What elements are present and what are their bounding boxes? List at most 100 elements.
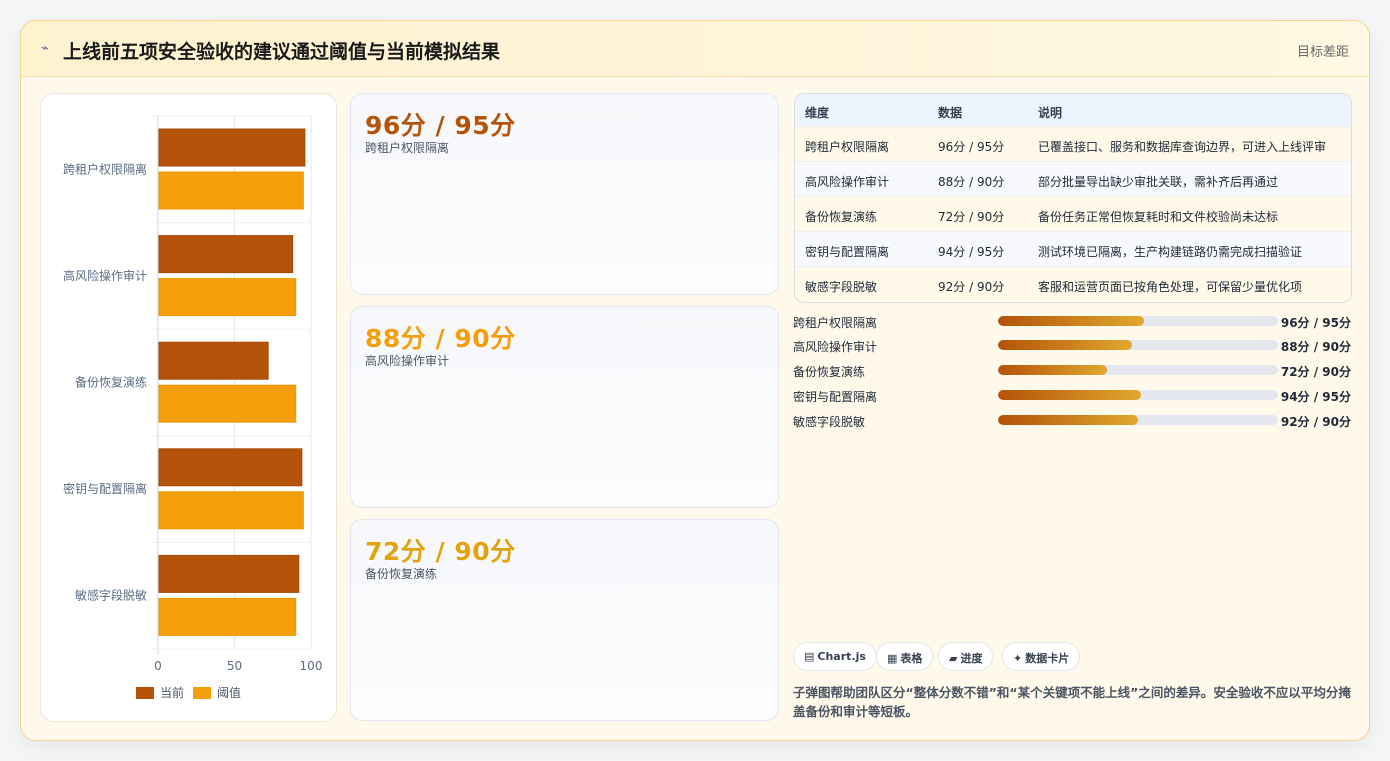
table-row: 密钥与配置隔离 94分 / 95分 测试环境已隔离，生产构建链路仍需完成扫描验证: [795, 232, 1351, 267]
dashboard-panel: ⌁ 上线前五项安全验收的建议通过阈值与当前模拟结果 目标差距 跨租户权限隔离 高风…: [20, 20, 1370, 741]
bar-current: [158, 128, 306, 167]
stat-value: 72分 / 90分: [365, 537, 516, 566]
progress-fill: [998, 390, 1141, 400]
table-cell: 备份任务正常但恢复耗时和文件校验尚未达标: [1038, 210, 1279, 224]
bar-threshold: [158, 278, 297, 317]
tick-label: 50: [227, 659, 242, 673]
tag-label: 数据卡片: [1025, 652, 1070, 665]
stat-card: 88分 / 90分 高风险操作审计: [350, 306, 779, 508]
tag-progress[interactable]: ▰ 进度: [938, 642, 994, 671]
category-label: 高风险操作审计: [63, 268, 147, 283]
table-cell: 高风险操作审计: [805, 175, 890, 189]
progress-track: [998, 340, 1278, 350]
table-cell: 敏感字段脱敏: [805, 280, 878, 294]
target-gap-link[interactable]: 目标差距: [1297, 41, 1349, 60]
table-cell: 部分批量导出缺少审批关联，需补齐后再通过: [1038, 175, 1279, 189]
progress-row: 备份恢复演练 72分 / 90分: [793, 362, 1353, 380]
table-cell: 密钥与配置隔离: [805, 245, 890, 259]
legend-swatch: [136, 687, 154, 699]
progress-fill: [998, 316, 1144, 326]
tag-data-card[interactable]: ✦ 数据卡片: [1002, 642, 1081, 671]
progress-value: 94分 / 95分: [1280, 390, 1351, 404]
table-cell: 96分 / 95分: [938, 140, 1005, 154]
category-label: 敏感字段脱敏: [75, 588, 147, 603]
category-label: 备份恢复演练: [75, 375, 147, 390]
data-table: 维度 数据 说明 跨租户权限隔离 96分 / 95分 已覆盖接口、服务和数据库查…: [794, 93, 1352, 303]
tick-label: 0: [154, 659, 162, 673]
lightning-icon: ⌁: [41, 41, 49, 56]
stat-label: 跨租户权限隔离: [365, 141, 450, 155]
progress-row: 敏感字段脱敏 92分 / 90分: [793, 412, 1353, 430]
bar-threshold: [158, 171, 304, 210]
table-row: 敏感字段脱敏 92分 / 90分 客服和运营页面已按角色处理，可保留少量优化项: [795, 267, 1351, 302]
table-cell: 92分 / 90分: [938, 280, 1005, 294]
table-cell: 跨租户权限隔离: [805, 140, 890, 154]
column-header: 维度: [805, 106, 830, 120]
table-cell: 94分 / 95分: [938, 245, 1005, 259]
tag-label: Chart.js: [817, 650, 866, 663]
category-label: 密钥与配置隔离: [63, 481, 147, 496]
bar-current: [158, 448, 303, 487]
tick-label: 100: [300, 659, 323, 673]
table-cell: 备份恢复演练: [805, 210, 878, 224]
progress-fill: [998, 365, 1108, 375]
progress-icon: ▰: [949, 652, 958, 665]
stat-value: 88分 / 90分: [365, 324, 516, 353]
tag-label: 进度: [960, 652, 983, 665]
progress-label: 跨租户权限隔离: [793, 316, 878, 330]
table-cell: 已覆盖接口、服务和数据库查询边界，可进入上线评审: [1038, 140, 1327, 154]
table-cell: 客服和运营页面已按角色处理，可保留少量优化项: [1038, 280, 1303, 294]
table-cell: 72分 / 90分: [938, 210, 1005, 224]
progress-row: 跨租户权限隔离 96分 / 95分: [793, 313, 1353, 331]
legend-label: 当前: [160, 685, 184, 700]
column-header: 数据: [938, 106, 963, 120]
progress-row: 高风险操作审计 88分 / 90分: [793, 337, 1353, 355]
bar-threshold: [158, 597, 297, 636]
progress-value: 88分 / 90分: [1280, 340, 1351, 354]
bar-current: [158, 341, 269, 380]
bar-chart: 跨租户权限隔离高风险操作审计备份恢复演练密钥与配置隔离敏感字段脱敏 0 50 100 当…: [63, 115, 323, 700]
bar-chart-card: 跨租户权限隔离 高风险操作审计备份恢复演练密钥与配置隔离敏感字段脱敏 0 50 100 当…: [40, 93, 337, 722]
chart-icon: ▤: [804, 650, 815, 663]
progress-label: 密钥与配置隔离: [793, 390, 878, 404]
bar-threshold: [158, 384, 297, 423]
tag-label: 表格: [900, 652, 923, 665]
sparkle-icon: ✦: [1013, 652, 1023, 665]
bar-current: [158, 554, 300, 593]
progress-value: 96分 / 95分: [1280, 316, 1351, 330]
table-icon: ▦: [887, 652, 898, 665]
stat-label: 备份恢复演练: [365, 567, 438, 581]
summary-note: 子弹图帮助团队区分“整体分数不错”和“某个关键项不能上线”之间的差异。安全验收不…: [793, 685, 1351, 719]
progress-label: 高风险操作审计: [793, 340, 878, 354]
stat-card: 72分 / 90分 备份恢复演练: [350, 519, 779, 721]
bar-current: [158, 235, 294, 274]
progress-track: [998, 415, 1278, 425]
tag-table[interactable]: ▦ 表格: [876, 642, 934, 671]
bar-threshold: [158, 491, 304, 530]
table-row: 高风险操作审计 88分 / 90分 部分批量导出缺少审批关联，需补齐后再通过: [795, 162, 1351, 197]
legend-label: 阈值: [217, 685, 241, 700]
category-label: 跨租户权限隔离: [63, 161, 147, 176]
page-title: 上线前五项安全验收的建议通过阈值与当前模拟结果: [63, 41, 501, 63]
table-cell: 测试环境已隔离，生产构建链路仍需完成扫描验证: [1038, 245, 1303, 259]
header: ⌁ 上线前五项安全验收的建议通过阈值与当前模拟结果 目标差距: [21, 21, 1369, 77]
progress-label: 备份恢复演练: [793, 365, 866, 379]
table-header-row: 维度 数据 说明: [795, 94, 1351, 127]
progress-label: 敏感字段脱敏: [793, 415, 866, 429]
stat-value: 96分 / 95分: [365, 111, 516, 140]
stat-label: 高风险操作审计: [365, 354, 450, 368]
progress-track: [998, 316, 1278, 326]
legend-swatch: [193, 687, 211, 699]
table-row: 跨租户权限隔离 96分 / 95分 已覆盖接口、服务和数据库查询边界，可进入上线…: [795, 127, 1351, 162]
progress-track: [998, 390, 1278, 400]
table-cell: 88分 / 90分: [938, 175, 1005, 189]
tag-chartjs[interactable]: ▤ Chart.js: [793, 642, 877, 671]
progress-row: 密钥与配置隔离 94分 / 95分: [793, 387, 1353, 405]
column-header: 说明: [1038, 106, 1063, 120]
stat-card: 96分 / 95分 跨租户权限隔离: [350, 93, 779, 295]
progress-track: [998, 365, 1278, 375]
progress-fill: [998, 415, 1138, 425]
progress-value: 72分 / 90分: [1280, 365, 1351, 379]
progress-value: 92分 / 90分: [1280, 415, 1351, 429]
table-row: 备份恢复演练 72分 / 90分 备份任务正常但恢复耗时和文件校验尚未达标: [795, 197, 1351, 232]
